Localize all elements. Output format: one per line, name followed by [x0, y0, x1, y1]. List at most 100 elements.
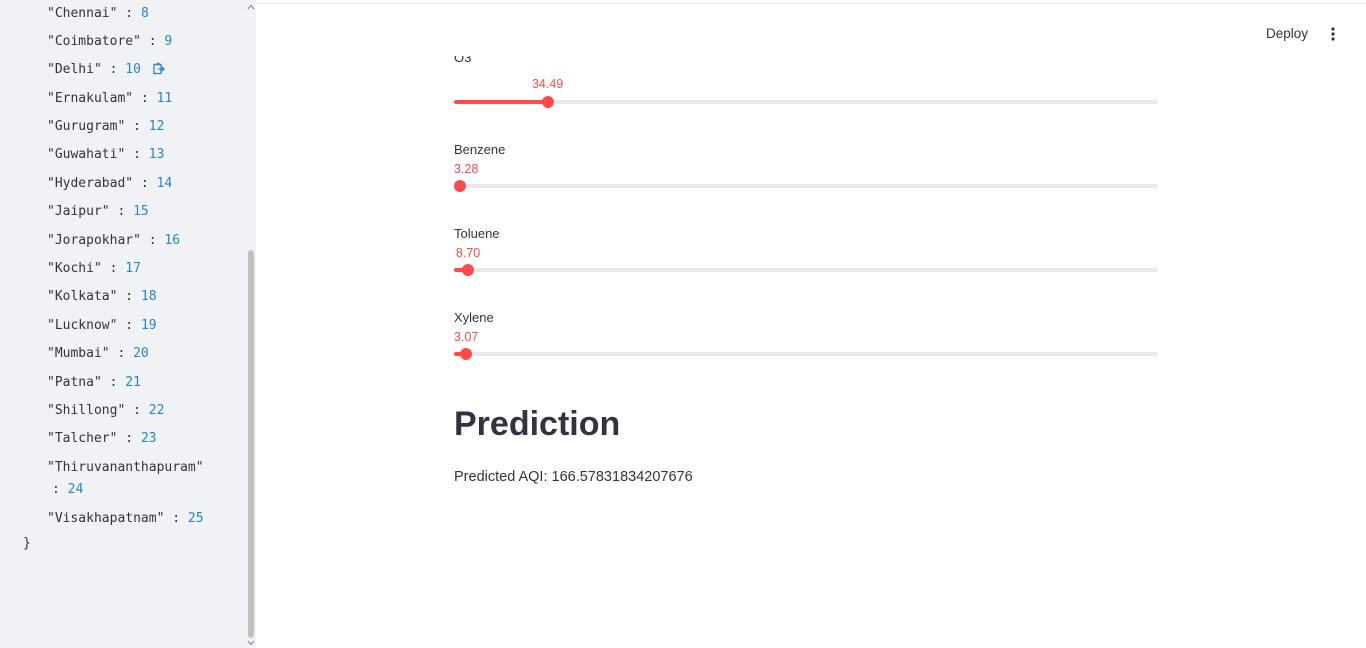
- json-value: 25: [187, 511, 204, 526]
- json-key: "Ernakulam": [47, 91, 134, 106]
- json-entry-delhi: "Delhi" : 10: [47, 62, 165, 80]
- json-value: 15: [133, 204, 149, 219]
- sidebar-scrollbar[interactable]: [246, 0, 256, 648]
- json-colon: :: [148, 233, 157, 248]
- json-key: "Hyderabad": [47, 176, 134, 191]
- json-value: 12: [148, 119, 165, 134]
- json-key: "Thiruvananthapuram": [47, 460, 204, 475]
- json-entry-kolkata: "Kolkata" : 18: [47, 289, 157, 305]
- json-key: "Visakhapatnam": [47, 511, 165, 526]
- json-entry-patna: "Patna" : 21: [47, 375, 141, 391]
- json-value: 24: [67, 482, 84, 497]
- json-value: 22: [148, 403, 165, 418]
- json-value: 16: [164, 233, 181, 248]
- json-colon: :: [148, 34, 157, 49]
- vertical-ellipsis-icon: [1331, 27, 1335, 41]
- json-colon: :: [172, 511, 181, 526]
- json-colon: :: [133, 403, 141, 418]
- json-entry-coimbatore: "Coimbatore" : 9: [47, 34, 172, 50]
- header-divider: [256, 3, 1366, 4]
- json-colon: :: [109, 375, 118, 390]
- json-key: "Shillong": [47, 403, 126, 418]
- json-colon: :: [133, 119, 141, 134]
- json-colon: :: [133, 147, 141, 162]
- json-entry-shillong: "Shillong" : 22: [47, 403, 164, 419]
- json-key: "Kochi": [47, 261, 102, 276]
- slider-track[interactable]: [454, 264, 1158, 276]
- json-colon: :: [125, 318, 134, 333]
- slider-thumb[interactable]: [541, 96, 554, 108]
- json-entry-gurugram: "Gurugram" : 12: [47, 119, 164, 135]
- json-key: "Lucknow": [47, 318, 118, 333]
- json-value: 20: [133, 346, 149, 361]
- slider-thumb[interactable]: [462, 264, 475, 276]
- json-entry-visakhapatnam: "Visakhapatnam" : 25: [47, 511, 204, 527]
- json-value: 17: [125, 261, 141, 276]
- json-entry-guwahati: "Guwahati" : 13: [47, 147, 164, 163]
- app-root: "Chennai" : 8 "Coimbatore" : 9 "Delhi" :…: [0, 0, 1366, 648]
- copy-icon[interactable]: [153, 62, 165, 80]
- json-colon: :: [109, 62, 118, 77]
- json-entry-kochi: "Kochi" : 17: [47, 261, 141, 277]
- json-entry-mumbai: "Mumbai" : 20: [47, 346, 149, 362]
- json-value: 9: [164, 34, 173, 49]
- json-key: "Gurugram": [47, 119, 126, 134]
- json-entry-lucknow: "Lucknow" : 19: [47, 318, 157, 334]
- json-colon: :: [52, 482, 60, 497]
- json-value: 8: [140, 6, 149, 21]
- predicted-aqi-text: Predicted AQI: 166.57831834207676: [454, 469, 693, 485]
- json-entry-talcher: "Talcher" : 23: [47, 431, 157, 447]
- json-value: 18: [140, 289, 157, 304]
- json-colon: :: [117, 204, 126, 219]
- prediction-heading: Prediction: [454, 405, 621, 443]
- json-colon: :: [140, 176, 149, 191]
- slider-benzene: Benzene 3.28: [454, 141, 1158, 193]
- slider-fill: [454, 100, 548, 104]
- slider-label: O3: [454, 56, 472, 65]
- json-key: "Chennai": [47, 6, 118, 21]
- slider-value: 3.07: [454, 330, 479, 344]
- scroll-down-arrow-icon[interactable]: [247, 640, 255, 646]
- json-key: "Jaipur": [47, 204, 110, 219]
- slider-toluene: Toluene 8.70: [454, 225, 1158, 277]
- slider-thumb[interactable]: [454, 180, 466, 192]
- json-colon: :: [125, 431, 134, 446]
- json-entry-ernakulam: "Ernakulam" : 11: [47, 91, 172, 107]
- json-value: 10: [125, 62, 141, 77]
- json-key: "Jorapokhar": [47, 233, 141, 248]
- json-key: "Delhi": [47, 62, 102, 77]
- json-key: "Patna": [47, 375, 102, 390]
- deploy-button[interactable]: Deploy: [1260, 22, 1314, 46]
- main-menu-button[interactable]: [1323, 22, 1343, 46]
- json-colon: :: [125, 289, 134, 304]
- json-key: "Mumbai": [47, 346, 110, 361]
- json-entry-thiruvananthapuram-value: : 24: [52, 482, 83, 498]
- json-colon: :: [109, 261, 118, 276]
- slider-o3: O3 34.49: [454, 56, 1158, 108]
- json-entry-thiruvananthapuram-key: "Thiruvananthapuram": [47, 460, 204, 476]
- json-value: 14: [156, 176, 173, 191]
- json-value: 23: [140, 431, 157, 446]
- sidebar-scroll-thumb[interactable]: [248, 250, 254, 638]
- slider-label: Xylene: [454, 310, 494, 325]
- slider-label-clip: O3: [454, 56, 1158, 66]
- json-entry-hyderabad: "Hyderabad" : 14: [47, 176, 172, 192]
- scroll-up-arrow-icon[interactable]: [247, 4, 255, 10]
- json-entry-jorapokhar: "Jorapokhar" : 16: [47, 233, 180, 249]
- slider-label: Toluene: [454, 226, 500, 241]
- json-value: 13: [148, 147, 165, 162]
- json-entry-chennai: "Chennai" : 8: [47, 6, 149, 22]
- json-colon: :: [117, 346, 126, 361]
- slider-track[interactable]: [454, 180, 1158, 192]
- slider-thumb[interactable]: [459, 348, 472, 360]
- json-key: "Kolkata": [47, 289, 118, 304]
- sidebar: "Chennai" : 8 "Coimbatore" : 9 "Delhi" :…: [0, 0, 256, 648]
- slider-track[interactable]: [454, 96, 1158, 108]
- json-key: "Coimbatore": [47, 34, 141, 49]
- slider-track[interactable]: [454, 348, 1158, 360]
- json-value: 19: [140, 318, 157, 333]
- json-key: "Talcher": [47, 431, 118, 446]
- json-colon: :: [140, 91, 149, 106]
- slider-value: 34.49: [531, 77, 564, 91]
- json-colon: :: [125, 6, 134, 21]
